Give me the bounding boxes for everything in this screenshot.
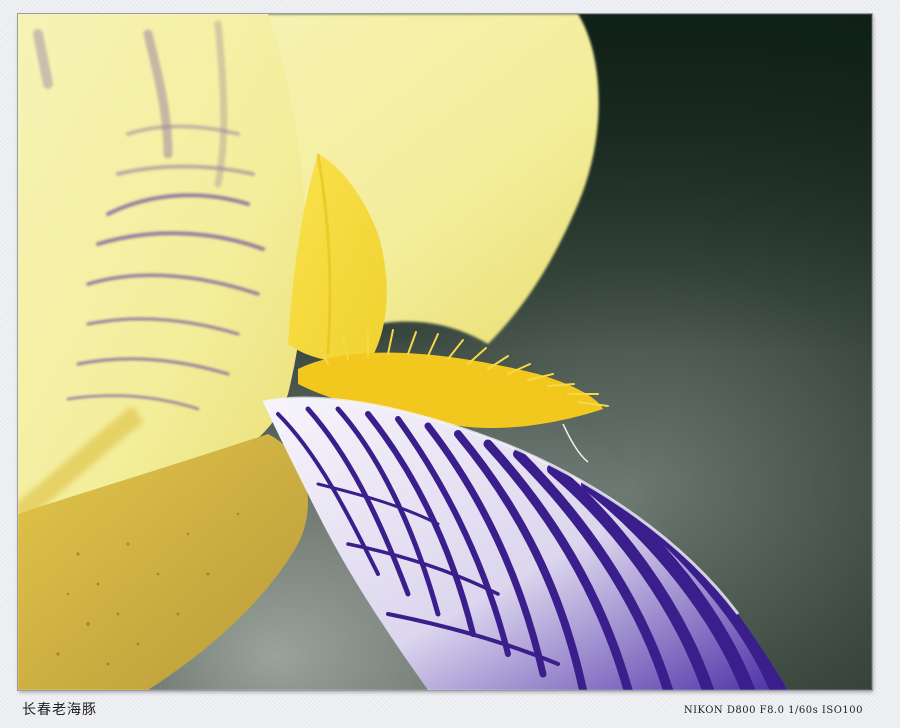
author-caption: 长春老海豚 — [22, 702, 97, 718]
iris-photo — [18, 14, 872, 690]
photo-frame — [18, 14, 872, 690]
exif-caption: NIKON D800 F8.0 1/60s ISO100 — [683, 705, 863, 716]
